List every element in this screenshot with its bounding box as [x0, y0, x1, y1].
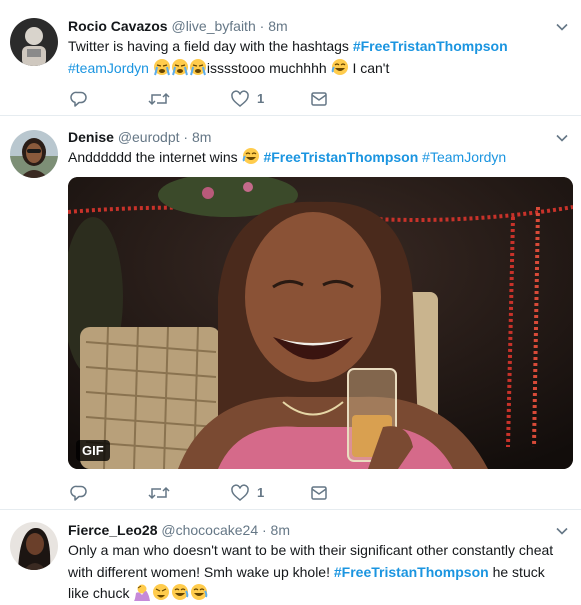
gif-media[interactable]: GIF: [68, 177, 573, 469]
like-count: 1: [257, 485, 265, 500]
timestamp[interactable]: · 8m: [183, 129, 211, 145]
hashtag-link[interactable]: #FreeTristanThompson: [263, 149, 418, 165]
gif-thumbnail-image: [68, 177, 573, 469]
laughing-face-emoji-icon: [331, 58, 349, 83]
reply-icon: [70, 91, 87, 107]
tweet-text: Only a man who doesn't want to be with t…: [68, 540, 568, 605]
avatar[interactable]: [10, 130, 58, 178]
timestamp[interactable]: · 8m: [260, 18, 288, 34]
tweet-2[interactable]: Denise @eurodpt · 8m Andddddd the intern…: [0, 116, 581, 510]
reply-button[interactable]: [70, 483, 88, 503]
tweet-1[interactable]: Rocio Cavazos @live_byfaith · 8m Twitter…: [0, 0, 581, 116]
heart-icon: [231, 484, 249, 501]
tweet-text-part: Twitter is having a field day with the h…: [68, 38, 353, 54]
tweet-3[interactable]: Fierce_Leo28 @chococake24 · 8m Only a ma…: [0, 510, 581, 605]
tweet-text-part: Andddddd the internet wins: [68, 149, 242, 165]
tweet-actions: 1: [70, 483, 370, 503]
like-count: 1: [257, 91, 265, 106]
tweet-header: Fierce_Leo28 @chococake24 · 8m: [68, 521, 290, 539]
crying-face-emoji-icon: [153, 58, 207, 83]
user-handle[interactable]: @eurodpt: [118, 129, 180, 145]
tweet-text: Twitter is having a field day with the h…: [68, 36, 568, 82]
hashtag-link[interactable]: #FreeTristanThompson: [334, 564, 489, 580]
heart-icon: [231, 90, 249, 107]
reply-icon: [70, 485, 87, 501]
like-button[interactable]: 1: [231, 483, 264, 503]
display-name[interactable]: Fierce_Leo28: [68, 522, 158, 538]
direct-message-icon: [311, 92, 327, 106]
hashtag-link[interactable]: #teamJordyn: [68, 60, 149, 76]
direct-message-button[interactable]: [310, 483, 328, 503]
user-handle[interactable]: @live_byfaith: [171, 18, 255, 34]
retweet-icon: [148, 486, 170, 500]
reply-button[interactable]: [70, 89, 88, 109]
display-name[interactable]: Denise: [68, 129, 114, 145]
user-handle[interactable]: @chococake24: [161, 522, 258, 538]
chevron-down-icon[interactable]: [555, 20, 569, 34]
tweet-text-part: I can't: [348, 59, 390, 76]
chevron-down-icon[interactable]: [555, 131, 569, 145]
hashtag-link[interactable]: #FreeTristanThompson: [353, 38, 508, 54]
hashtag-link[interactable]: #TeamJordyn: [422, 149, 506, 165]
chevron-down-icon[interactable]: [555, 524, 569, 538]
avatar[interactable]: [10, 18, 58, 66]
emoji-reactions-icon: [133, 583, 209, 605]
retweet-button[interactable]: [148, 483, 170, 503]
retweet-icon: [148, 92, 170, 106]
tweet-text-part: isssstooo muchhhh: [206, 59, 327, 76]
avatar[interactable]: [10, 522, 58, 570]
display-name[interactable]: Rocio Cavazos: [68, 18, 168, 34]
tweet-actions: 1: [70, 89, 370, 109]
tweet-header: Rocio Cavazos @live_byfaith · 8m: [68, 17, 288, 35]
gif-badge: GIF: [76, 440, 110, 461]
timestamp[interactable]: · 8m: [262, 522, 290, 538]
laughing-face-emoji-icon: [242, 147, 260, 172]
direct-message-icon: [311, 486, 327, 500]
tweet-header: Denise @eurodpt · 8m: [68, 128, 211, 146]
direct-message-button[interactable]: [310, 89, 328, 109]
tweet-text: Andddddd the internet wins #FreeTristanT…: [68, 147, 568, 172]
like-button[interactable]: 1: [231, 89, 264, 109]
retweet-button[interactable]: [148, 89, 170, 109]
